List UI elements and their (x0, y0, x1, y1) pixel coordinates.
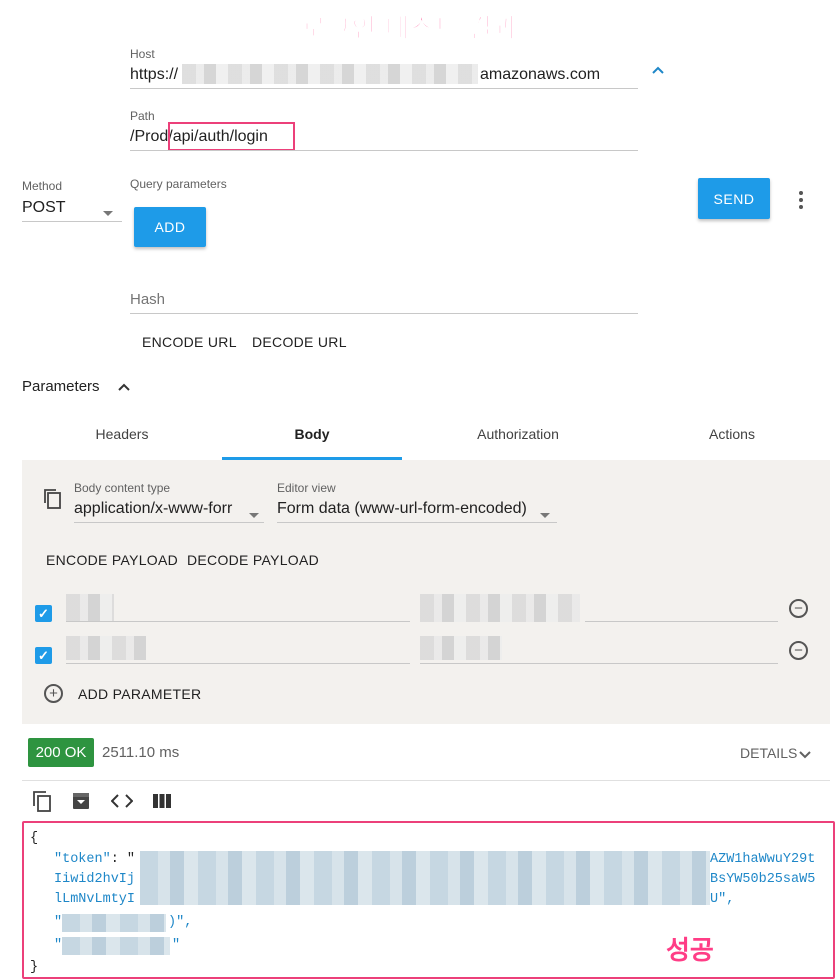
chevron-up-icon[interactable] (650, 62, 666, 78)
method-label: Method (22, 179, 63, 193)
path-prefix: /Prod (130, 128, 169, 145)
encode-url-button[interactable]: ENCODE URL (142, 334, 237, 350)
token-fragment: AZW1haWwuY29t (710, 852, 816, 867)
status-badge: 200 OK (28, 738, 94, 767)
columns-icon[interactable] (153, 794, 171, 813)
json-close-brace: } (30, 960, 39, 975)
token-fragment: U", (710, 892, 735, 907)
tab-authorization[interactable]: Authorization (458, 426, 578, 442)
content-type-label: Body content type (74, 481, 171, 495)
token-fragment: BsYW50b25saW5 (710, 872, 816, 887)
content-type-select[interactable]: application/x-www-forr (74, 500, 242, 518)
editor-view-label: Editor view (277, 481, 336, 495)
annotation-title: 로그인 테스트 결과 (302, 13, 518, 44)
json-token-key: "token" (54, 852, 111, 867)
chevron-up-icon[interactable] (117, 380, 131, 398)
add-parameter-button[interactable]: ADD PARAMETER (78, 686, 201, 702)
host-field[interactable]: https:// (130, 66, 178, 84)
save-icon[interactable] (72, 792, 90, 815)
remove-circle-icon[interactable]: − (789, 641, 808, 660)
hash-underline (130, 313, 638, 314)
param-name-underline (66, 663, 410, 664)
json-token-line: "token": " (54, 852, 135, 867)
decode-payload-button[interactable]: DECODE PAYLOAD (187, 552, 319, 568)
annotation-success: 성공 (666, 935, 714, 965)
token-line2-start: Iiwid2hvIj (54, 872, 136, 887)
response-time: 2511.10 ms (102, 744, 180, 761)
host-underline (130, 88, 638, 89)
redacted-host (182, 64, 478, 84)
response-divider (22, 780, 830, 781)
query-label: Query parameters (130, 177, 227, 191)
redacted-param-name (66, 594, 114, 622)
json-line5-end: " (172, 938, 181, 953)
param-enabled-checkbox[interactable]: ✓ (35, 605, 52, 622)
add-circle-icon[interactable]: + (44, 684, 63, 703)
more-vert-icon[interactable] (796, 190, 806, 210)
param-value-underline (585, 621, 778, 622)
remove-circle-icon[interactable]: − (789, 599, 808, 618)
send-button[interactable]: SEND (698, 178, 770, 219)
method-select[interactable]: POST (22, 199, 66, 217)
redacted-param-name (66, 636, 146, 660)
host-prefix: https:// (130, 66, 179, 83)
hash-input[interactable]: Hash (130, 291, 165, 308)
details-button[interactable]: DETAILS (740, 745, 797, 761)
copy-icon[interactable] (43, 488, 63, 515)
code-icon[interactable] (110, 793, 134, 814)
json-line5-start: " (54, 938, 63, 953)
redacted-token (140, 851, 710, 905)
tab-headers[interactable]: Headers (62, 426, 182, 442)
redacted-param-value (420, 636, 502, 660)
decode-url-button[interactable]: DECODE URL (252, 334, 347, 350)
add-query-button[interactable]: ADD (134, 207, 206, 247)
host-suffix: amazonaws.com (480, 66, 601, 83)
editor-view-select[interactable]: Form data (www-url-form-encoded) (277, 500, 527, 518)
chevron-down-icon[interactable] (799, 747, 811, 765)
param-value-underline (420, 663, 778, 664)
method-underline (22, 221, 122, 222)
redacted-value (62, 937, 170, 955)
editor-view-underline (277, 522, 557, 523)
tab-actions[interactable]: Actions (672, 426, 792, 442)
content-type-underline (74, 522, 264, 523)
param-enabled-checkbox[interactable]: ✓ (35, 647, 52, 664)
path-underline (130, 150, 638, 151)
json-line4-end: )", (168, 915, 193, 930)
tab-body[interactable]: Body (252, 426, 372, 442)
parameters-title: Parameters (22, 378, 100, 395)
copy-icon[interactable] (32, 790, 52, 817)
redacted-param-value (420, 594, 580, 622)
host-label: Host (130, 47, 155, 61)
redacted-value (62, 914, 166, 932)
token-line3-start: lLmNvLmtyI (54, 892, 136, 907)
json-token-colon: : " (110, 852, 136, 867)
path-label: Path (130, 109, 155, 123)
encode-payload-button[interactable]: ENCODE PAYLOAD (46, 552, 178, 568)
json-line4-start: " (54, 915, 63, 930)
param-name-underline (66, 621, 410, 622)
json-open-brace: { (30, 831, 39, 846)
path-highlight-box (168, 122, 295, 151)
